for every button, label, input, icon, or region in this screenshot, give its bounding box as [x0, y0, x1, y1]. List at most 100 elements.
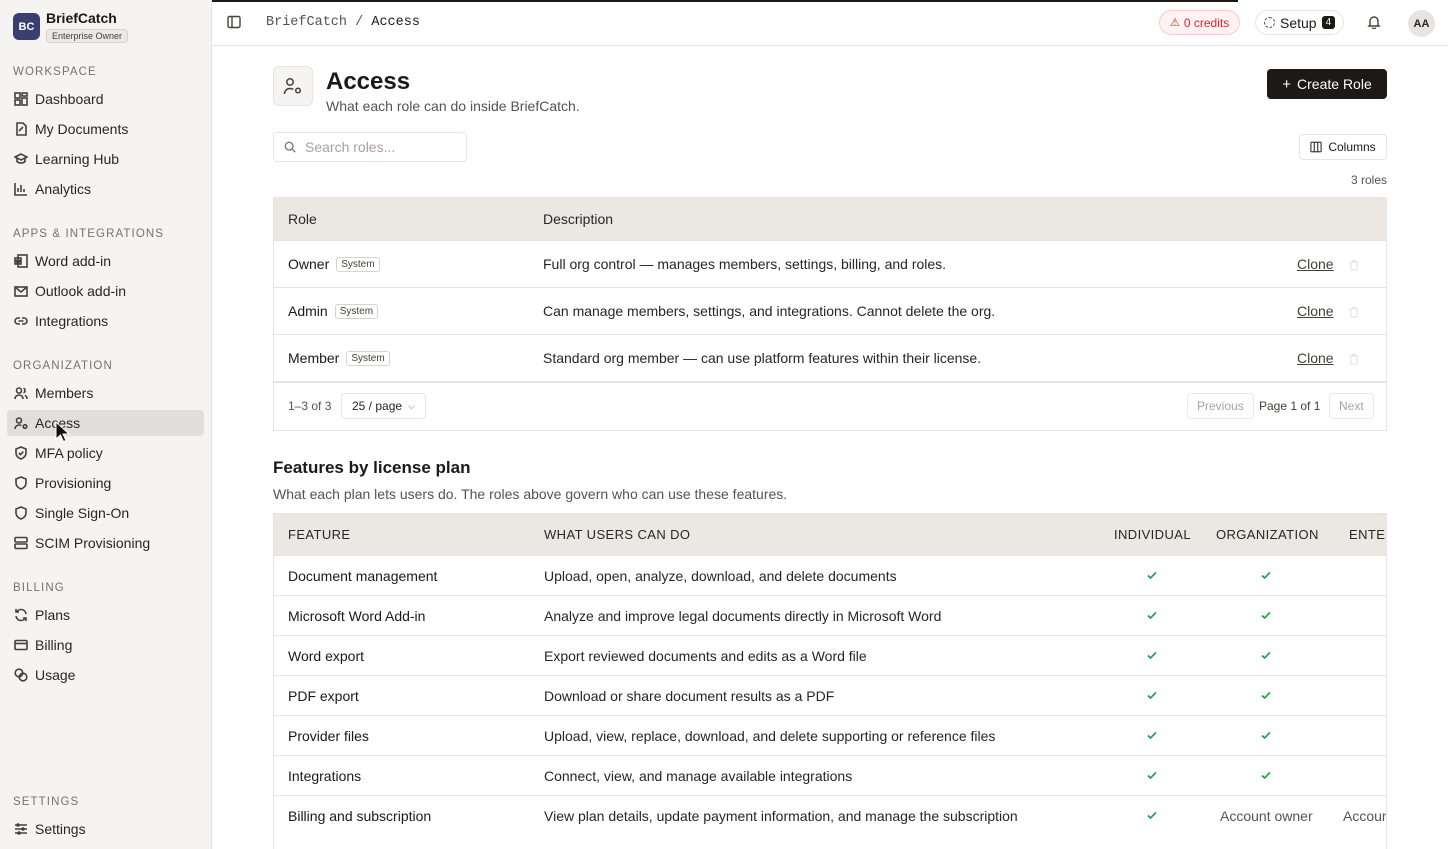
bell-icon[interactable]	[1367, 15, 1381, 30]
column-header-organization: ORGANIZATION	[1216, 527, 1319, 542]
clone-link[interactable]: Clone	[1297, 350, 1334, 366]
search-input[interactable]	[305, 139, 455, 155]
role-description: Standard org member — can use platform f…	[543, 350, 982, 366]
check-icon	[1260, 728, 1272, 740]
credits-badge[interactable]: ⚠ 0 credits	[1159, 10, 1241, 35]
table-row: Integrations Connect, view, and manage a…	[274, 755, 1386, 795]
setup-button[interactable]: Setup 4	[1255, 10, 1345, 35]
organization-value: Account owner	[1220, 808, 1313, 824]
sidebar-item-outlook-add-in[interactable]: Outlook add-in	[7, 278, 204, 304]
mail-icon	[14, 284, 28, 298]
previous-button[interactable]: Previous	[1187, 393, 1254, 419]
column-header-description[interactable]: Description	[543, 211, 613, 227]
breadcrumb-root[interactable]: BriefCatch	[266, 15, 347, 30]
feature-name: Microsoft Word Add-in	[288, 608, 426, 624]
create-role-label: Create Role	[1297, 76, 1372, 92]
check-icon	[1146, 568, 1158, 580]
setup-label: Setup	[1280, 14, 1317, 31]
section-title-workspace: Workspace	[13, 66, 97, 78]
feature-name: Word export	[288, 648, 364, 664]
check-icon	[1260, 568, 1272, 580]
credit-card-icon	[14, 638, 28, 652]
sidebar-item-mfa-policy[interactable]: MFA policy	[7, 440, 204, 466]
columns-label: Columns	[1328, 140, 1376, 154]
role-description: Full org control — manages members, sett…	[543, 256, 947, 272]
roles-count: 3 roles	[1350, 173, 1387, 187]
sidebar-item-billing[interactable]: Billing	[7, 632, 204, 658]
sidebar-item-learning-hub[interactable]: Learning Hub	[7, 146, 204, 172]
trash-icon	[1348, 352, 1360, 365]
check-icon	[1146, 648, 1158, 660]
sidebar-item-my-documents[interactable]: My Documents	[7, 116, 204, 142]
system-tag: System	[336, 256, 380, 272]
section-title-apps: Apps & Integrations	[13, 228, 165, 240]
warning-icon: ⚠	[1170, 17, 1180, 29]
per-page-select[interactable]: 25 / page ⌵	[341, 393, 426, 419]
page-title: Access	[326, 68, 411, 95]
table-row: PDF export Download or share document re…	[274, 675, 1386, 715]
sidebar-toggle-icon[interactable]	[227, 15, 241, 29]
table-row: Provider files Upload, view, replace, do…	[274, 715, 1386, 755]
column-header-feature: FEATURE	[288, 527, 351, 542]
features-subtitle: What each plan lets users do. The roles …	[273, 486, 788, 502]
sidebar-item-dashboard[interactable]: Dashboard	[7, 86, 204, 112]
feature-description: View plan details, update payment inform…	[544, 808, 1018, 824]
sidebar-item-access[interactable]: Access	[7, 410, 204, 436]
credits-label: 0 credits	[1183, 15, 1230, 30]
next-button[interactable]: Next	[1329, 393, 1374, 419]
avatar[interactable]: AA	[1408, 10, 1435, 37]
graduation-cap-icon	[14, 152, 28, 166]
shield-icon	[14, 506, 28, 520]
feature-name: PDF export	[288, 688, 359, 704]
search-box[interactable]	[273, 132, 467, 162]
dashboard-icon	[14, 92, 28, 106]
sidebar-item-word-add-in[interactable]: Word add-in	[7, 248, 204, 274]
shield-icon	[14, 476, 28, 490]
feature-description: Download or share document results as a …	[544, 688, 835, 704]
columns-button[interactable]: Columns	[1299, 134, 1387, 160]
breadcrumb-current: Access	[371, 15, 420, 30]
sidebar-item-label: MFA policy	[35, 445, 103, 461]
sidebar-item-label: Billing	[35, 637, 73, 653]
column-header-role[interactable]: Role	[288, 211, 317, 227]
brand[interactable]: BC BriefCatch Enterprise Owner	[13, 10, 129, 43]
clone-link[interactable]: Clone	[1297, 256, 1334, 272]
sidebar-item-single-sign-on[interactable]: Single Sign-On	[7, 500, 204, 526]
sidebar-item-settings[interactable]: Settings	[7, 816, 204, 842]
word-icon	[14, 254, 28, 268]
coins-icon	[14, 668, 28, 682]
sidebar-item-label: Usage	[35, 667, 76, 683]
search-icon	[284, 141, 296, 153]
clone-link[interactable]: Clone	[1297, 303, 1334, 319]
check-icon	[1260, 608, 1272, 620]
table-header: Role Description	[274, 198, 1386, 240]
plus-icon: +	[1282, 75, 1292, 93]
link-icon	[14, 314, 28, 328]
document-icon	[14, 122, 28, 136]
sidebar-item-usage[interactable]: Usage	[7, 662, 204, 688]
loading-bar	[212, 0, 1238, 2]
sidebar-item-scim-provisioning[interactable]: SCIM Provisioning	[7, 530, 204, 556]
table-row[interactable]: Admin System Can manage members, settings…	[274, 287, 1386, 334]
role-name: Member	[288, 350, 340, 366]
sidebar-item-label: SCIM Provisioning	[35, 535, 151, 551]
brand-logo: BC	[13, 13, 40, 40]
sidebar-item-plans[interactable]: Plans	[7, 602, 204, 628]
check-icon	[1260, 768, 1272, 780]
create-role-button[interactable]: + Create Role	[1267, 69, 1387, 99]
sidebar-item-analytics[interactable]: Analytics	[7, 176, 204, 202]
role-name: Admin	[288, 303, 328, 319]
table-row: Document management Upload, open, analyz…	[274, 555, 1386, 595]
section-title-billing: Billing	[13, 582, 65, 594]
progress-circle-icon	[1264, 17, 1275, 28]
sidebar-item-integrations[interactable]: Integrations	[7, 308, 204, 334]
sidebar-item-label: Word add-in	[35, 253, 112, 269]
column-header-individual: INDIVIDUAL	[1114, 527, 1191, 542]
users-icon	[14, 386, 28, 400]
table-row[interactable]: Owner System Full org control — manages m…	[274, 240, 1386, 287]
sidebar-item-members[interactable]: Members	[7, 380, 204, 406]
table-row[interactable]: Member System Standard org member — can u…	[274, 334, 1386, 381]
sidebar-item-provisioning[interactable]: Provisioning	[7, 470, 204, 496]
sidebar-item-label: Analytics	[35, 181, 92, 197]
sidebar-item-label: Provisioning	[35, 475, 112, 491]
